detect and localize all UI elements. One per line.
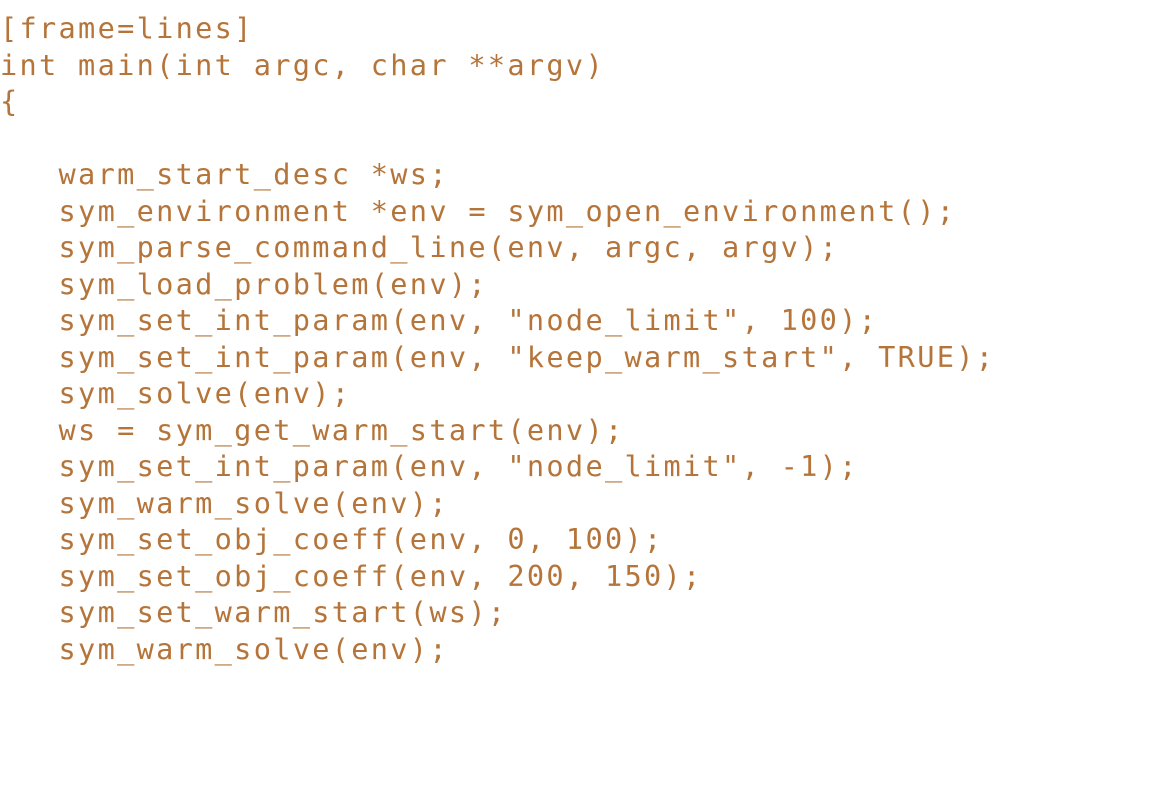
code-line: int main(int argc, char **argv) <box>0 47 605 82</box>
code-line: sym_set_int_param(env, "node_limit", 100… <box>0 303 879 337</box>
code-line: [frame=lines] <box>0 11 254 45</box>
code-block: [frame=lines] int main(int argc, char **a… <box>0 10 1162 667</box>
code-line: sym_environment *env = sym_open_environm… <box>0 193 957 228</box>
code-line: sym_load_problem(env); <box>0 266 488 301</box>
code-line: { <box>0 84 20 118</box>
code-line: warm_start_desc *ws; <box>0 157 449 191</box>
code-line: sym_parse_command_line(env, argc, argv); <box>0 230 840 264</box>
code-line: sym_set_int_param(env, "node_limit", -1)… <box>0 449 859 483</box>
code-line: sym_set_warm_start(ws); <box>0 595 508 629</box>
code-line: sym_warm_solve(env); <box>0 631 449 666</box>
code-line: sym_solve(env); <box>0 376 352 410</box>
code-listing-page: [frame=lines] int main(int argc, char **a… <box>0 0 1162 799</box>
code-line: ws = sym_get_warm_start(env); <box>0 412 625 447</box>
code-line: sym_set_obj_coeff(env, 0, 100); <box>0 522 664 556</box>
code-line: sym_warm_solve(env); <box>0 485 449 520</box>
code-line: sym_set_obj_coeff(env, 200, 150); <box>0 558 703 593</box>
code-line: sym_set_int_param(env, "keep_warm_start"… <box>0 339 996 374</box>
